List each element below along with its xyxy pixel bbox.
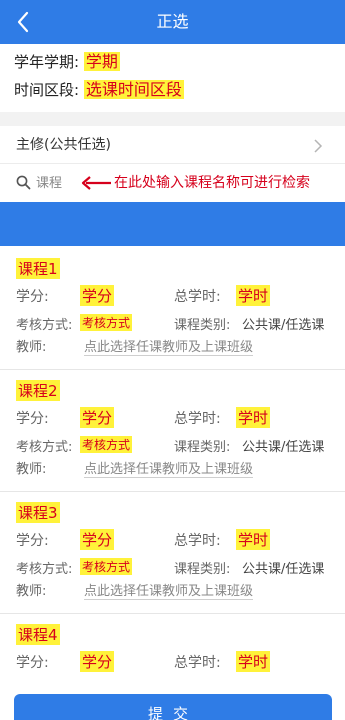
credit-label: 学分: (16, 411, 49, 427)
select-teacher-link[interactable]: 点此选择任课教师及上课班级 (84, 336, 254, 356)
select-teacher-link[interactable]: 点此选择任课教师及上课班级 (84, 458, 254, 478)
course-name: 课程1 (16, 258, 60, 279)
term-value: 学期 (83, 52, 120, 71)
course-search-bar: 在此处输入课程名称可进行检索 (0, 164, 345, 202)
annotation-arrow-icon (81, 176, 111, 190)
course-name: 课程2 (16, 380, 60, 401)
credit-value: 学分 (80, 529, 115, 550)
exam-value: 考核方式 (80, 558, 133, 575)
exam-value: 考核方式 (80, 314, 133, 331)
course-category-selector[interactable]: 主修(公共任选) (0, 126, 345, 164)
hours-value: 学时 (236, 651, 271, 672)
course-card[interactable]: 课程3 学分: 学分 总学时: 学时 考核方式: 考核方式 课程类别: 公共课/… (0, 492, 345, 614)
teacher-label: 教师: (16, 584, 47, 599)
course-card[interactable]: 课程1 学分: 学分 总学时: 学时 考核方式: 考核方式 课程类别: 公共课/… (0, 248, 345, 370)
term-row: 学年学期: 学期 (14, 48, 184, 76)
type-label: 课程类别: (174, 318, 231, 333)
exam-value: 考核方式 (80, 436, 133, 453)
hours-value: 学时 (236, 529, 271, 550)
type-value: 公共课/任选课 (242, 318, 325, 333)
type-label: 课程类别: (174, 562, 231, 577)
credit-value: 学分 (80, 407, 115, 428)
term-label: 学年学期: (14, 53, 80, 71)
submit-button[interactable]: 提交 (14, 694, 332, 720)
credit-label: 学分: (16, 533, 49, 549)
hours-label: 总学时: (174, 533, 221, 549)
credit-value: 学分 (80, 651, 115, 672)
exam-label: 考核方式: (16, 318, 73, 333)
period-label: 时间区段: (14, 81, 80, 99)
type-label: 课程类别: (174, 440, 231, 455)
search-icon (16, 175, 31, 190)
credit-label: 学分: (16, 289, 49, 305)
hours-value: 学时 (236, 285, 271, 306)
type-value: 公共课/任选课 (242, 440, 325, 455)
teacher-label: 教师: (16, 340, 47, 355)
selection-info: 学年学期: 学期 时间区段: 选课时间区段 (14, 48, 184, 104)
select-teacher-link[interactable]: 点此选择任课教师及上课班级 (84, 580, 254, 600)
top-nav-bar: 正选 (0, 0, 345, 44)
hours-label: 总学时: (174, 289, 221, 305)
hours-label: 总学时: (174, 411, 221, 427)
credit-value: 学分 (80, 285, 115, 306)
section-gap (0, 112, 345, 126)
exam-label: 考核方式: (16, 562, 73, 577)
blue-banner (0, 202, 345, 246)
course-name: 课程4 (16, 624, 60, 645)
course-card[interactable]: 课程2 学分: 学分 总学时: 学时 考核方式: 考核方式 课程类别: 公共课/… (0, 370, 345, 492)
credit-label: 学分: (16, 655, 49, 671)
period-row: 时间区段: 选课时间区段 (14, 76, 184, 104)
page-title: 正选 (156, 12, 189, 31)
type-value: 公共课/任选课 (242, 562, 325, 577)
hours-label: 总学时: (174, 655, 221, 671)
hours-value: 学时 (236, 407, 271, 428)
course-name: 课程3 (16, 502, 60, 523)
teacher-label: 教师: (16, 462, 47, 477)
course-search-input[interactable] (36, 172, 84, 194)
exam-label: 考核方式: (16, 440, 73, 455)
chevron-right-icon (314, 139, 323, 153)
period-value: 选课时间区段 (83, 80, 184, 99)
search-annotation: 在此处输入课程名称可进行检索 (114, 175, 310, 191)
course-card[interactable]: 课程4 学分: 学分 总学时: 学时 (0, 614, 345, 694)
category-label: 主修(公共任选) (16, 137, 111, 153)
